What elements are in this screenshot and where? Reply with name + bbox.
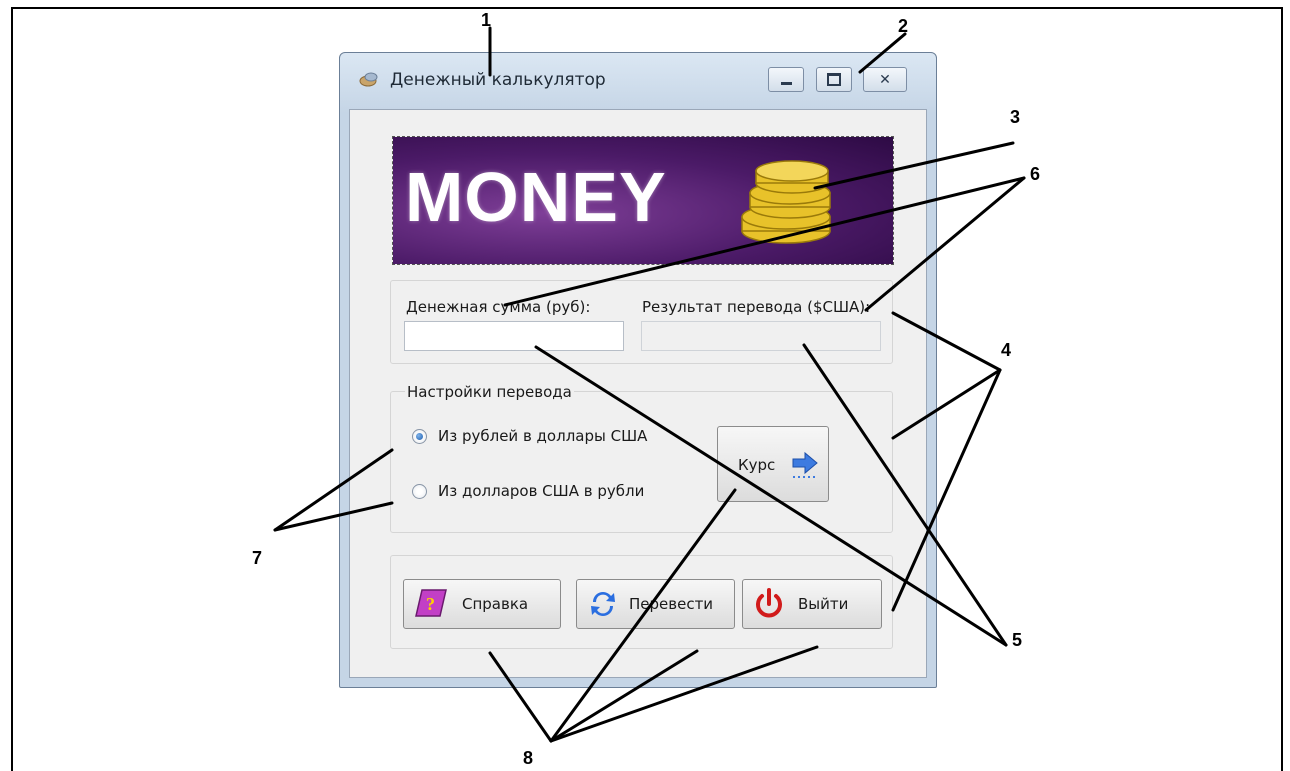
- annotation-lines: [273, 26, 1026, 743]
- annotation-number-5: 5: [1012, 630, 1023, 650]
- annotation-number-2: 2: [898, 16, 909, 36]
- annotation-number-7: 7: [252, 548, 263, 568]
- annotation-number-8: 8: [523, 748, 534, 768]
- annotation-number-4: 4: [1001, 340, 1012, 360]
- annotation-number-1: 1: [481, 10, 492, 30]
- annotation-number-3: 3: [1010, 107, 1021, 127]
- annotation-number-6: 6: [1030, 164, 1041, 184]
